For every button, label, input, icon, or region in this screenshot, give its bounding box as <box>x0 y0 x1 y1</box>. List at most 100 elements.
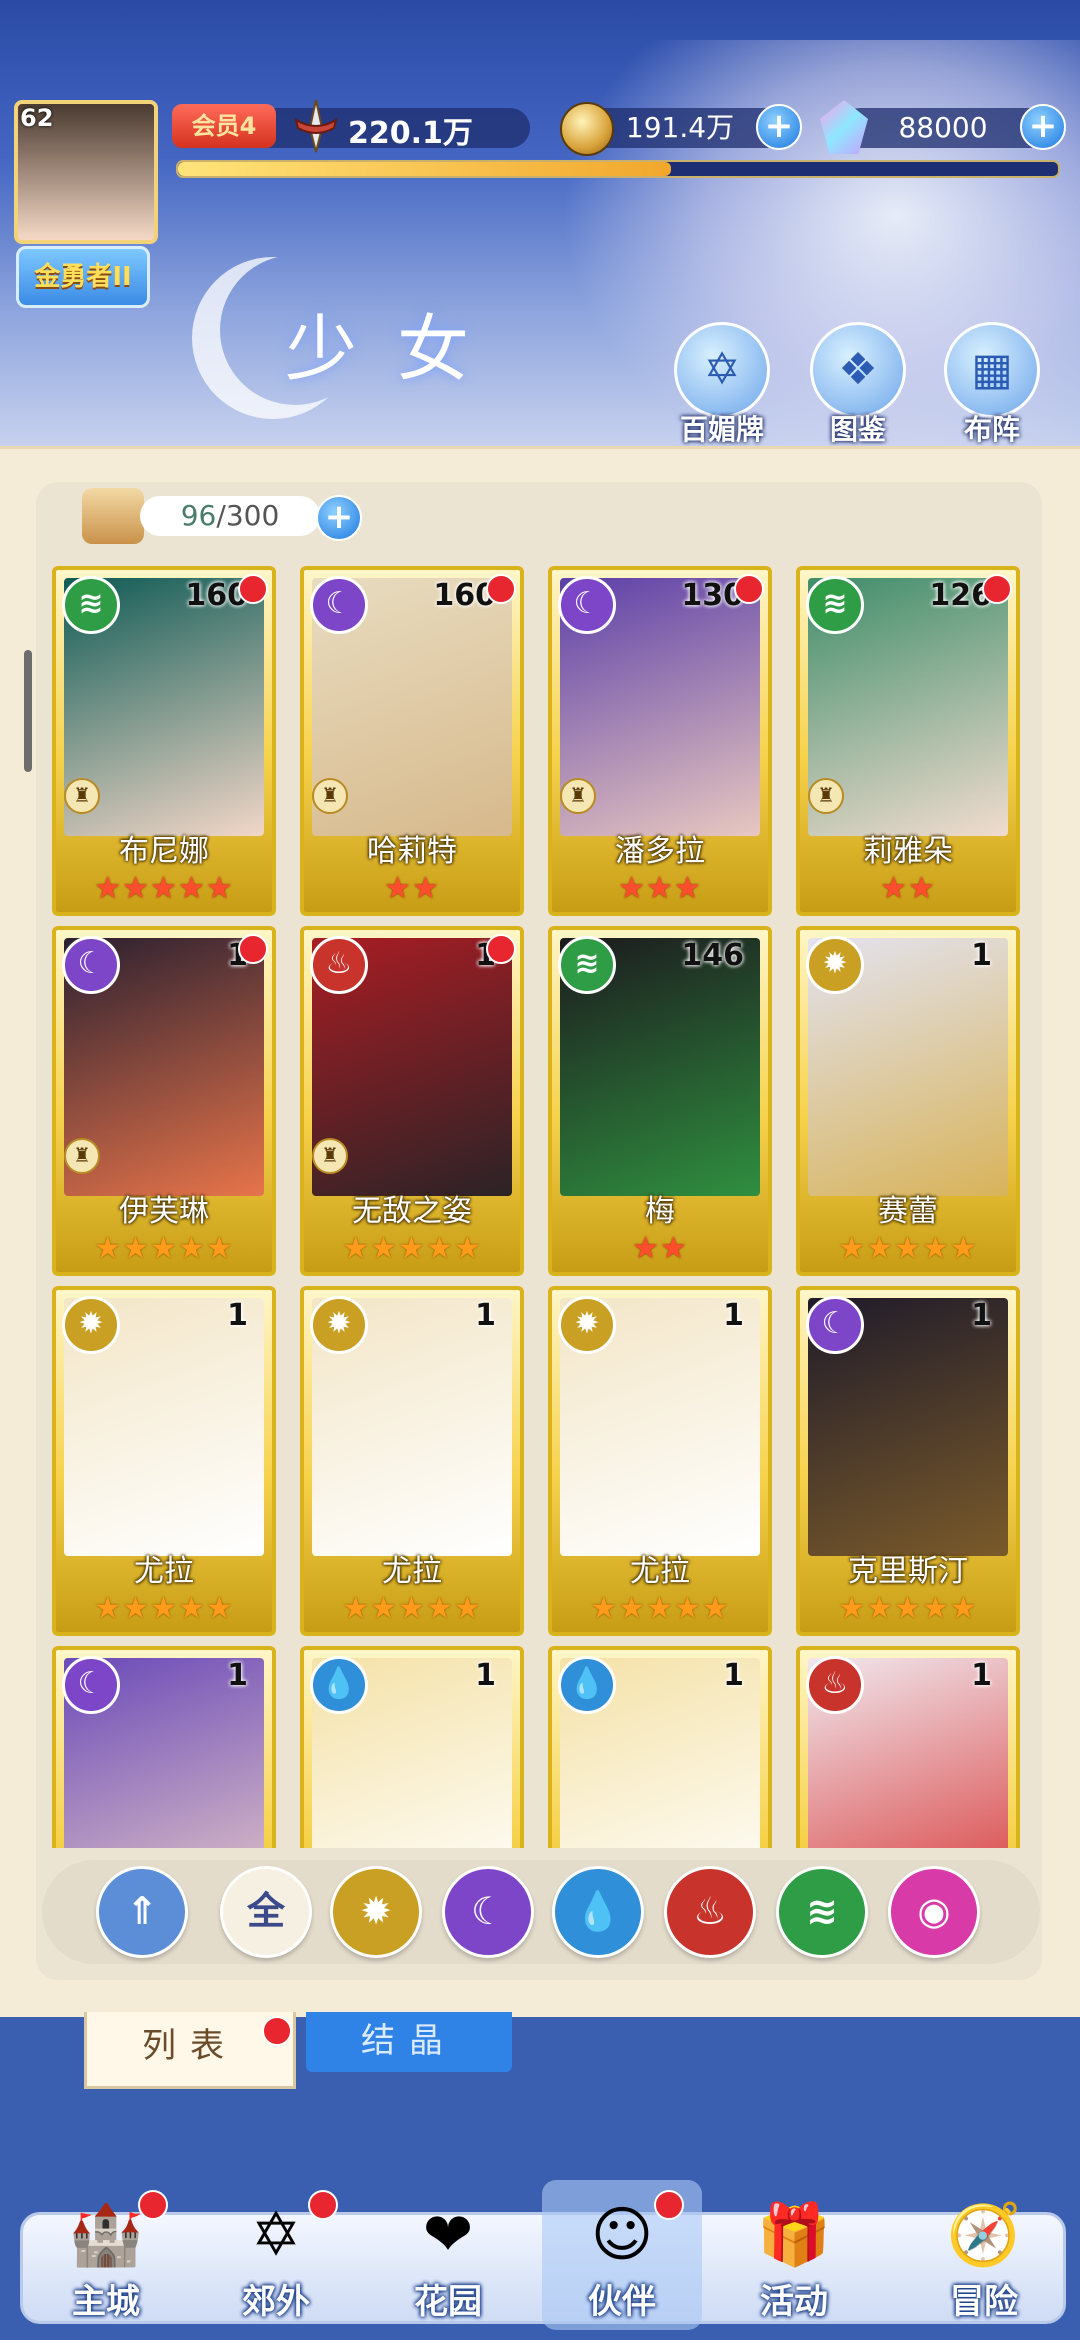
gold-value: 191.4万 <box>625 111 735 144</box>
star-rating: ★★★★★ <box>800 1231 1016 1266</box>
star-icon: ★ <box>425 1231 454 1266</box>
tab-crystal[interactable]: 结晶 <box>306 2012 512 2072</box>
capacity-max: 300 <box>225 499 280 532</box>
chess-piece-icon: ♜ <box>64 1138 100 1174</box>
star-icon: ★ <box>880 871 908 906</box>
star-rating: ★★ <box>552 1231 768 1266</box>
light-element-icon[interactable]: ✹ <box>330 1866 422 1958</box>
star-rating: ★★ <box>800 871 1016 906</box>
star-rating: ★★★★★ <box>56 1231 272 1266</box>
all-filter-icon[interactable]: 全 <box>220 1866 312 1958</box>
player-rank-badge[interactable]: 金勇者II <box>16 246 150 308</box>
character-card[interactable]: ♨ 1 <box>796 1646 1020 1848</box>
character-card[interactable]: 💧 1 <box>300 1646 524 1848</box>
notification-dot <box>238 934 268 964</box>
notification-dot <box>238 574 268 604</box>
character-name: 伊芙琳 <box>119 1194 209 1229</box>
star-icon: ★ <box>122 1591 151 1626</box>
nav-item[interactable]: 🧭 冒险 <box>904 2180 1064 2330</box>
character-level: 1 <box>227 1658 248 1693</box>
character-card[interactable]: ✹ 1 尤拉 ★★★★★ <box>548 1286 772 1636</box>
star-icon: ★ <box>838 1591 867 1626</box>
star-rating: ★★★★★ <box>800 1591 1016 1626</box>
character-level: 1 <box>227 1298 248 1333</box>
star-icon: ★ <box>150 1591 178 1626</box>
character-card[interactable]: ≋ 126 ♜ 莉雅朵 ★★ <box>796 566 1020 916</box>
star-icon: ★ <box>150 871 178 906</box>
notification-dot <box>654 2190 684 2220</box>
encyclopedia-button[interactable]: ❖ 图鉴 <box>808 322 908 448</box>
star-icon: ★ <box>94 1231 123 1266</box>
nav-item[interactable]: ❤ 花园 <box>368 2180 528 2330</box>
character-card[interactable]: ✹ 1 赛蕾 ★★★★★ <box>796 926 1020 1276</box>
wind-element-icon: ≋ <box>558 936 616 994</box>
sort-up-icon[interactable]: ⇑ <box>96 1866 188 1958</box>
nav-item[interactable]: ☺ 伙伴 <box>542 2180 702 2330</box>
moon-element-icon: ☾ <box>806 1296 864 1354</box>
character-name: 尤拉 <box>630 1554 690 1589</box>
star-icon: ★ <box>94 1591 123 1626</box>
character-card[interactable]: ☾ 130 ♜ 潘多拉 ★★★ <box>548 566 772 916</box>
notification-dot <box>262 2016 292 2046</box>
star-element-icon[interactable]: ◉ <box>888 1866 980 1958</box>
star-icon: ★ <box>370 1231 399 1266</box>
star-icon: ★ <box>921 1591 950 1626</box>
notification-dot <box>486 574 516 604</box>
star-icon: ★ <box>384 871 412 906</box>
water-element-icon[interactable]: 💧 <box>552 1866 644 1958</box>
star-rating: ★★★★★ <box>56 1591 272 1626</box>
character-name: 克里斯汀 <box>848 1554 968 1589</box>
character-card[interactable]: ☾ 160 ♜ 哈莉特 ★★ <box>300 566 524 916</box>
moon-element-icon[interactable]: ☾ <box>442 1866 534 1958</box>
star-icon: ★ <box>866 1231 895 1266</box>
vip-badge[interactable]: 会员4 <box>172 104 276 148</box>
character-card[interactable]: ☾ 1 <box>52 1646 276 1848</box>
add-gems-button[interactable]: + <box>1020 104 1066 150</box>
star-rating: ★★★★★ <box>304 1231 520 1266</box>
star-icon: ★ <box>908 871 936 906</box>
nav-item[interactable]: 🏰 主城 <box>26 2180 186 2330</box>
star-icon: ★ <box>205 1591 234 1626</box>
character-card[interactable]: ☾ 1 克里斯汀 ★★★★★ <box>796 1286 1020 1636</box>
star-icon: ★ <box>94 871 123 906</box>
star-icon: ★ <box>838 1231 867 1266</box>
character-level: 1 <box>971 1658 992 1693</box>
character-card[interactable]: ✹ 1 尤拉 ★★★★★ <box>52 1286 276 1636</box>
notification-dot <box>734 574 764 604</box>
character-card[interactable]: ≋ 146 梅 ★★ <box>548 926 772 1276</box>
formation-button[interactable]: ▦ 布阵 <box>942 322 1042 448</box>
nav-item[interactable]: ✡ 郊外 <box>196 2180 356 2330</box>
star-icon: ★ <box>453 1231 482 1266</box>
character-card[interactable]: ♨ 1 ♜ 无敌之姿 ★★★★★ <box>300 926 524 1276</box>
character-grid: ≋ 160 ♜ 布尼娜 ★★★★★ ☾ 160 ♜ 哈莉特 ★★ ☾ 130 ♜ 潘多拉 ★★★ ≋ 126 ♜ 莉… <box>52 566 1032 1848</box>
chess-piece-icon: ♜ <box>312 778 348 814</box>
character-card[interactable]: 💧 1 <box>548 1646 772 1848</box>
hexagram-card-icon: ✡ <box>674 322 770 418</box>
character-name: 无敌之姿 <box>352 1194 472 1229</box>
expand-capacity-button[interactable]: + <box>316 495 362 541</box>
fire-element-icon[interactable]: ♨ <box>664 1866 756 1958</box>
light-element-icon: ✹ <box>806 936 864 994</box>
gem-value: 88000 <box>898 111 988 144</box>
star-icon: ★ <box>205 871 234 906</box>
nav-label: 郊外 <box>242 2282 310 2322</box>
character-card[interactable]: ☾ 1 ♜ 伊芙琳 ★★★★★ <box>52 926 276 1276</box>
character-name: 赛蕾 <box>878 1194 938 1229</box>
star-rating: ★★★★★ <box>56 871 272 906</box>
wind-element-icon[interactable]: ≋ <box>776 1866 868 1958</box>
scrollbar[interactable] <box>24 650 32 772</box>
character-level: 1 <box>971 938 992 973</box>
card-collection-button[interactable]: ✡ 百媚牌 <box>672 322 772 448</box>
experience-fill <box>178 162 671 176</box>
character-name: 潘多拉 <box>615 834 705 869</box>
capacity-current: 96 <box>180 499 217 532</box>
star-icon: ★ <box>701 1591 730 1626</box>
add-gold-button[interactable]: + <box>756 104 802 150</box>
character-name: 尤拉 <box>382 1554 442 1589</box>
star-icon: ★ <box>122 1231 151 1266</box>
character-name: 尤拉 <box>134 1554 194 1589</box>
moon-element-icon: ☾ <box>310 576 368 634</box>
nav-item[interactable]: 🎁 活动 <box>714 2180 874 2330</box>
character-card[interactable]: ✹ 1 尤拉 ★★★★★ <box>300 1286 524 1636</box>
character-card[interactable]: ≋ 160 ♜ 布尼娜 ★★★★★ <box>52 566 276 916</box>
